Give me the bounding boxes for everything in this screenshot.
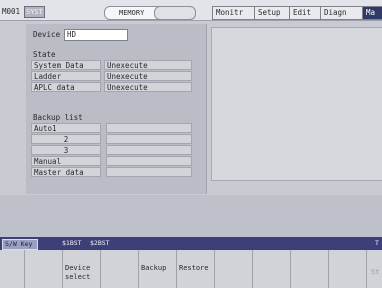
function-key-9[interactable] [328, 250, 366, 288]
state-name-ladder: Ladder [31, 71, 101, 81]
backup-list-title: Backup list [33, 113, 83, 122]
system-badge-label: SYST [26, 8, 43, 16]
function-key-1[interactable] [24, 250, 62, 288]
backup-name-2[interactable]: 2 [31, 134, 101, 144]
function-key-6[interactable] [214, 250, 252, 288]
state-value-aplc-data: Unexecute [104, 82, 192, 92]
backup-name-3[interactable]: 3 [31, 145, 101, 155]
backup-name-master-data[interactable]: Master data [31, 167, 101, 177]
tab-monitor-label: Monitr [216, 8, 244, 17]
device-field[interactable]: HD [64, 29, 128, 41]
part-system-1-indicator: $1BST [62, 239, 82, 247]
state-value-system-data: Unexecute [104, 60, 192, 70]
tab-maintenance[interactable]: Ma [362, 6, 382, 20]
backup-name-auto1[interactable]: Auto1 [31, 123, 101, 133]
function-key-10-label: St [371, 268, 380, 276]
restore-key-label: Restore [179, 264, 209, 272]
device-select-key[interactable]: Device select [62, 250, 100, 288]
lower-strip [0, 195, 382, 237]
top-status-bar: M001 SYST MEMORY Monitr Setup Edit Diagn… [0, 0, 382, 21]
tab-setup-label: Setup [258, 8, 281, 17]
tab-diagnosis-label: Diagn [324, 8, 347, 17]
function-key-8[interactable] [290, 250, 328, 288]
system-badge[interactable]: SYST [24, 6, 45, 18]
state-name-aplc-data: APLC data [31, 82, 101, 92]
mode-indicator: MEMORY [104, 6, 196, 20]
backup-key[interactable]: Backup [138, 250, 176, 288]
restore-key[interactable]: Restore [176, 250, 214, 288]
mode-label: MEMORY [119, 9, 145, 17]
state-name-system-data: System Data [31, 60, 101, 70]
backup-value-auto1 [106, 123, 192, 133]
tab-edit-label: Edit [293, 8, 312, 17]
softkey-bar [0, 237, 382, 250]
tab-maintenance-label: Ma [366, 8, 376, 17]
sw-key-button[interactable]: S/W Key [2, 239, 38, 250]
function-key-3[interactable] [100, 250, 138, 288]
part-system-label: M001 [2, 7, 21, 16]
sw-key-label: S/W Key [5, 240, 33, 248]
function-key-10[interactable]: St [366, 250, 382, 288]
tab-monitor[interactable]: Monitr [212, 6, 257, 20]
part-system-2-indicator: $2BST [90, 239, 110, 247]
device-select-label: Device select [65, 264, 91, 281]
backup-value-master-data [106, 167, 192, 177]
function-key-7[interactable] [252, 250, 290, 288]
tab-diagnosis[interactable]: Diagn [320, 6, 365, 20]
backup-name-manual[interactable]: Manual [31, 156, 101, 166]
mode-indicator-lamp [154, 6, 196, 20]
tab-edit[interactable]: Edit [289, 6, 323, 20]
device-value: HD [67, 30, 77, 39]
backup-value-3 [106, 145, 192, 155]
state-title: State [33, 50, 56, 59]
softkey-bar-marker: T [375, 239, 379, 247]
backup-key-label: Backup [141, 264, 167, 272]
info-panel [211, 27, 382, 181]
state-value-ladder: Unexecute [104, 71, 192, 81]
device-label: Device [33, 30, 61, 39]
backup-value-2 [106, 134, 192, 144]
tab-setup[interactable]: Setup [254, 6, 292, 20]
backup-value-manual [106, 156, 192, 166]
